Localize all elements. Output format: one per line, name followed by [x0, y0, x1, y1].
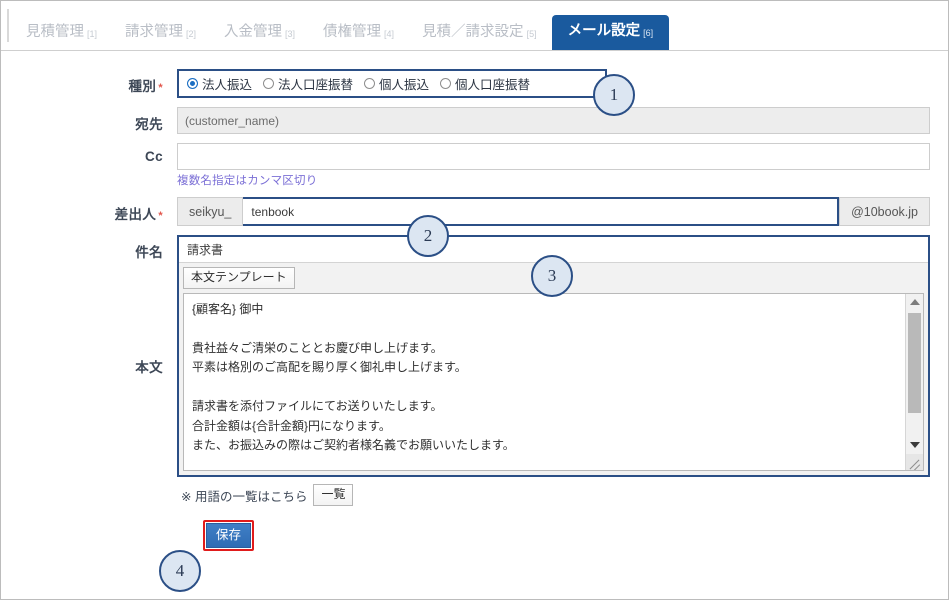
- radio-option-individual-transfer[interactable]: 個人振込: [364, 74, 429, 93]
- tab-label: メール設定: [567, 23, 641, 40]
- sender-suffix-addon: @10book.jp: [839, 197, 930, 226]
- callout-marker-1: 1: [593, 74, 635, 116]
- label-sender: 差出人 *: [1, 197, 177, 223]
- radio-label: 法人振込: [202, 77, 253, 92]
- required-marker: *: [158, 210, 163, 222]
- radio-label: 法人口座振替: [278, 77, 354, 92]
- required-marker: *: [158, 82, 163, 94]
- scroll-up-icon[interactable]: [906, 294, 923, 310]
- tab-label: 見積／請求設定: [422, 24, 524, 41]
- resize-grip-icon[interactable]: [906, 454, 923, 470]
- control-recipient: [177, 107, 948, 134]
- terms-note-text: ※ 用語の一覧はこちら: [181, 489, 308, 504]
- tab-label: 入金管理: [224, 24, 283, 41]
- mail-settings-form: 種別 * 法人振込 法人口座振替 個人振込 個人口座振替 宛先 (custome…: [1, 51, 948, 552]
- terms-list-button[interactable]: 一覧: [313, 484, 354, 506]
- body-template-button[interactable]: 本文テンプレート: [183, 267, 295, 289]
- sender-input[interactable]: [243, 197, 840, 226]
- label-cc: Cc: [144, 149, 163, 164]
- tab-label: 債権管理: [323, 24, 382, 41]
- tab-index: [5]: [526, 29, 537, 40]
- radio-icon[interactable]: [263, 77, 275, 89]
- body-textarea[interactable]: {顧客名} 御中 貴社益々ご清栄のこととお慶び申し上げます。 平素は格別のご高配…: [184, 294, 905, 470]
- tab-quotation-management[interactable]: 見積管理 [1]: [13, 17, 110, 50]
- callout-marker-3: 3: [531, 255, 573, 297]
- label-type: 種別 *: [1, 69, 177, 95]
- radio-icon[interactable]: [364, 77, 376, 89]
- cc-hint: 複数名指定はカンマ区切り: [177, 175, 318, 187]
- tab-index: [4]: [384, 29, 395, 40]
- radio-label: 個人振込: [379, 77, 430, 92]
- row-type: 種別 * 法人振込 法人口座振替 個人振込 個人口座振替: [1, 69, 948, 98]
- radio-icon[interactable]: [440, 77, 452, 89]
- tab-index: [6]: [643, 28, 654, 39]
- save-row: 保存: [203, 520, 948, 552]
- sender-prefix-addon: seikyu_: [177, 197, 244, 226]
- row-cc: Cc 複数名指定はカンマ区切り: [1, 143, 948, 188]
- radio-option-individual-direct-debit[interactable]: 個人口座振替: [440, 74, 530, 93]
- label-type-text: 種別: [128, 79, 157, 94]
- row-sender: 差出人* seikyu_ @10book.jp: [1, 197, 948, 226]
- recipient-input: [177, 107, 930, 134]
- sender-input-group: seikyu_ @10book.jp: [177, 197, 930, 226]
- radio-option-corporate-transfer[interactable]: 法人振込: [187, 74, 252, 93]
- callout-marker-4: 4: [159, 550, 201, 592]
- radio-icon[interactable]: [187, 77, 198, 89]
- label-body: 本文: [135, 360, 163, 375]
- save-button[interactable]: 保存: [206, 523, 252, 549]
- control-cc: 複数名指定はカンマ区切り: [177, 143, 948, 188]
- scroll-down-icon[interactable]: [906, 437, 923, 453]
- row-recipient: 宛先: [1, 107, 948, 134]
- label-subject: 件名: [135, 245, 163, 260]
- radio-group-type: 法人振込 法人口座振替 個人振込 個人口座振替: [177, 69, 607, 98]
- tab-payment-management[interactable]: 入金管理 [3]: [211, 17, 308, 50]
- cc-input[interactable]: [177, 143, 930, 170]
- tab-index: [2]: [186, 29, 197, 40]
- callout-marker-2: 2: [407, 215, 449, 257]
- control-sender: seikyu_ @10book.jp: [177, 197, 948, 226]
- label-sender-text: 差出人: [114, 207, 157, 222]
- mail-settings-page: 見積管理 [1] 請求管理 [2] 入金管理 [3] 債権管理 [4] 見積／請…: [0, 0, 949, 600]
- save-highlight-ring: 保存: [203, 520, 255, 552]
- scrollbar-thumb[interactable]: [908, 313, 921, 413]
- terms-note-row: ※ 用語の一覧はこちら 一覧: [181, 484, 948, 506]
- tab-bar: 見積管理 [1] 請求管理 [2] 入金管理 [3] 債権管理 [4] 見積／請…: [1, 1, 948, 51]
- tab-index: [3]: [285, 29, 296, 40]
- tab-receivables-management[interactable]: 債権管理 [4]: [310, 17, 407, 50]
- control-type: 法人振込 法人口座振替 個人振込 個人口座振替: [177, 69, 948, 98]
- radio-option-corporate-direct-debit[interactable]: 法人口座振替: [263, 74, 353, 93]
- tab-label: 請求管理: [125, 24, 184, 41]
- body-scrollbar[interactable]: [905, 294, 923, 470]
- tab-mail-settings[interactable]: メール設定 [6]: [551, 15, 670, 50]
- tab-index: [1]: [87, 29, 98, 40]
- tab-invoice-management[interactable]: 請求管理 [2]: [112, 17, 209, 50]
- tab-quotation-invoice-settings[interactable]: 見積／請求設定 [5]: [409, 17, 550, 50]
- tab-label: 見積管理: [26, 24, 84, 41]
- radio-label: 個人口座振替: [455, 77, 531, 92]
- label-recipient: 宛先: [135, 117, 163, 132]
- body-textarea-wrapper[interactable]: {顧客名} 御中 貴社益々ご清栄のこととお慶び申し上げます。 平素は格別のご高配…: [183, 293, 924, 471]
